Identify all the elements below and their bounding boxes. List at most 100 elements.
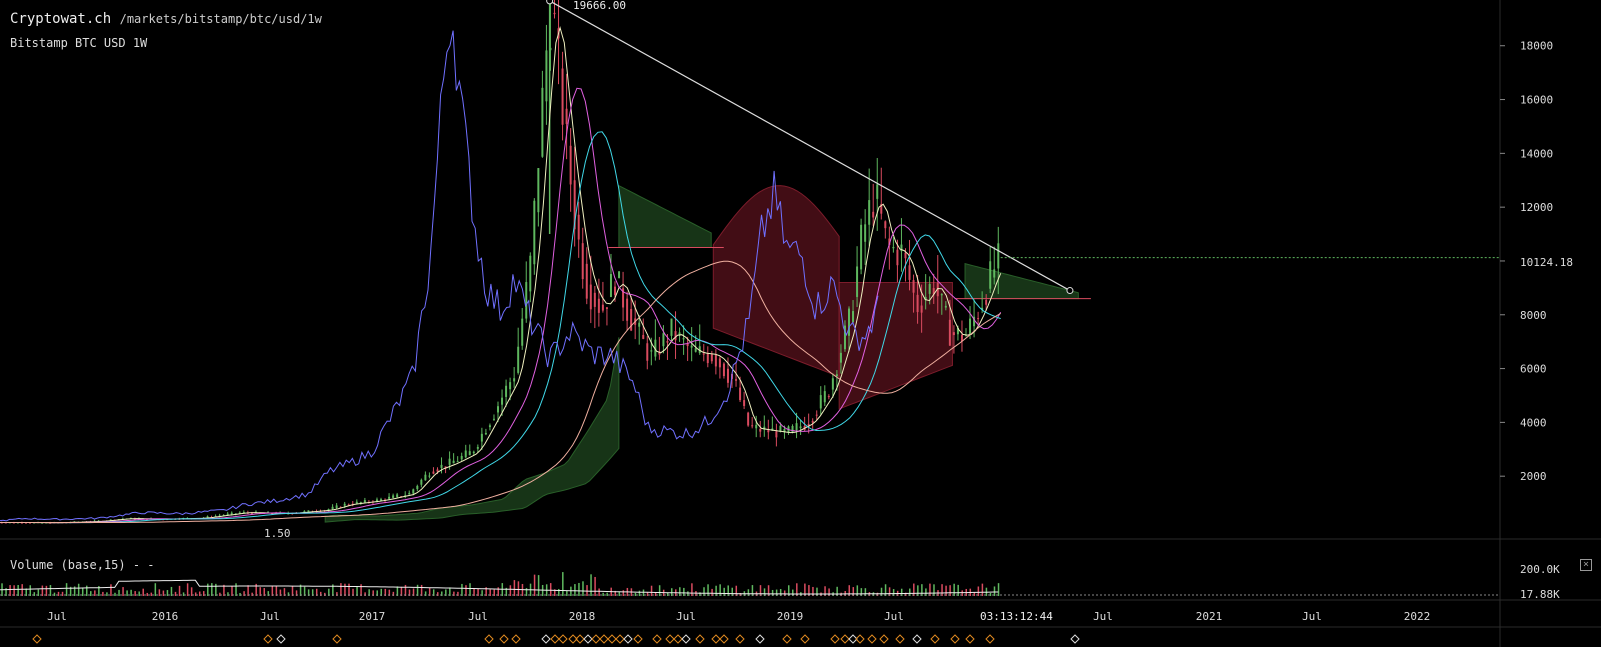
event-marker bbox=[1070, 634, 1080, 644]
volume-bar bbox=[41, 585, 44, 596]
volume-bar bbox=[21, 584, 23, 596]
candle-body bbox=[307, 510, 310, 512]
candle-body bbox=[497, 406, 500, 413]
volume-bar bbox=[154, 583, 157, 596]
candle-body bbox=[609, 274, 612, 297]
candle-body bbox=[795, 423, 798, 431]
candle-body bbox=[670, 318, 673, 336]
volume-bar bbox=[90, 591, 92, 596]
volume-bar bbox=[574, 584, 576, 596]
candle-body bbox=[226, 513, 229, 515]
volume-bar bbox=[719, 584, 721, 596]
close-icon[interactable]: × bbox=[1580, 559, 1592, 571]
event-marker bbox=[867, 634, 877, 644]
candle-body bbox=[408, 492, 411, 495]
event-marker bbox=[550, 634, 560, 644]
candle-body bbox=[710, 354, 713, 362]
candle-body bbox=[464, 450, 467, 458]
event-marker bbox=[607, 634, 617, 644]
volume-bar bbox=[49, 585, 52, 596]
candle-body bbox=[642, 334, 645, 339]
candle-body bbox=[509, 382, 512, 390]
candle-body bbox=[553, 12, 556, 15]
x-tick-label: 2017 bbox=[359, 610, 386, 623]
candle-body bbox=[948, 319, 951, 346]
x-tick-label: Jul bbox=[884, 610, 904, 623]
volume-bar bbox=[606, 592, 608, 596]
event-marker bbox=[800, 634, 810, 644]
event-marker bbox=[735, 634, 745, 644]
candle-body bbox=[751, 425, 754, 427]
candle-body bbox=[605, 307, 608, 309]
candle-body bbox=[452, 460, 455, 464]
candle-body bbox=[533, 200, 536, 265]
volume-bar bbox=[759, 585, 762, 596]
candle-body bbox=[694, 348, 697, 352]
y-tick-label: 16000 bbox=[1520, 94, 1553, 107]
candle-body bbox=[985, 299, 988, 305]
candle-body bbox=[682, 338, 685, 340]
price-chart[interactable]: 2000400060008000100001200014000160001800… bbox=[0, 0, 1601, 647]
volume-bar bbox=[166, 590, 169, 596]
candle-body bbox=[726, 368, 729, 383]
candle-body bbox=[839, 352, 842, 363]
candle-body bbox=[952, 332, 955, 336]
volume-bar bbox=[239, 592, 241, 596]
event-marker bbox=[681, 634, 691, 644]
candle-body bbox=[989, 261, 992, 289]
candle-body bbox=[517, 346, 520, 373]
volume-bar bbox=[65, 583, 68, 596]
event-marker bbox=[782, 634, 792, 644]
candle-body bbox=[492, 418, 495, 420]
x-tick-label: 2022 bbox=[1404, 610, 1431, 623]
volume-bar bbox=[158, 589, 161, 596]
candle-body bbox=[638, 322, 641, 327]
volume-panel-label: Volume (base,15) - - bbox=[10, 558, 155, 572]
candle-body bbox=[702, 353, 705, 355]
candle-body bbox=[856, 266, 859, 297]
event-marker bbox=[591, 634, 601, 644]
candle-body bbox=[706, 353, 709, 364]
site-header[interactable]: Cryptowat.ch /markets/bitstamp/btc/usd/1… bbox=[10, 11, 322, 27]
volume-bar bbox=[989, 592, 992, 596]
event-markers[interactable] bbox=[32, 634, 1080, 644]
event-marker bbox=[558, 634, 568, 644]
volume-bar bbox=[715, 585, 717, 596]
candle-body bbox=[335, 505, 338, 508]
volume-bar bbox=[549, 583, 552, 596]
y-tick-label: 4000 bbox=[1520, 416, 1547, 429]
trendline[interactable] bbox=[546, 0, 1500, 295]
candle-body bbox=[420, 479, 423, 485]
event-marker bbox=[985, 634, 995, 644]
volume-bar bbox=[598, 588, 600, 596]
y-tick-label: 18000 bbox=[1520, 40, 1553, 53]
candle-body bbox=[775, 431, 778, 438]
y-tick-label: 6000 bbox=[1520, 363, 1547, 376]
candle-body bbox=[537, 168, 540, 213]
candle-body bbox=[565, 108, 568, 124]
volume-bar bbox=[271, 585, 274, 596]
candle-body bbox=[977, 318, 980, 320]
volume-bar bbox=[461, 583, 463, 596]
event-marker bbox=[665, 634, 675, 644]
cloud-bull-2017 bbox=[324, 337, 620, 523]
candle-body bbox=[872, 211, 875, 218]
y-tick-label: 12000 bbox=[1520, 201, 1553, 214]
candle-body bbox=[585, 263, 588, 299]
candle-body bbox=[424, 474, 427, 481]
volume-bar bbox=[186, 583, 189, 596]
volume-bar bbox=[142, 588, 144, 596]
volume-bar bbox=[178, 585, 181, 596]
candle-body bbox=[597, 298, 600, 313]
candle-body bbox=[944, 305, 947, 308]
volume-bar bbox=[517, 581, 520, 596]
y-tick-label: 14000 bbox=[1520, 147, 1553, 160]
candle-body bbox=[468, 451, 471, 456]
candle-body bbox=[666, 341, 669, 343]
volume-bar bbox=[691, 583, 693, 596]
site-name[interactable]: Cryptowat.ch bbox=[10, 11, 111, 27]
candle-body bbox=[355, 501, 358, 504]
candle-body bbox=[811, 420, 814, 423]
volume-bar bbox=[17, 585, 19, 596]
candle-body bbox=[823, 391, 826, 403]
